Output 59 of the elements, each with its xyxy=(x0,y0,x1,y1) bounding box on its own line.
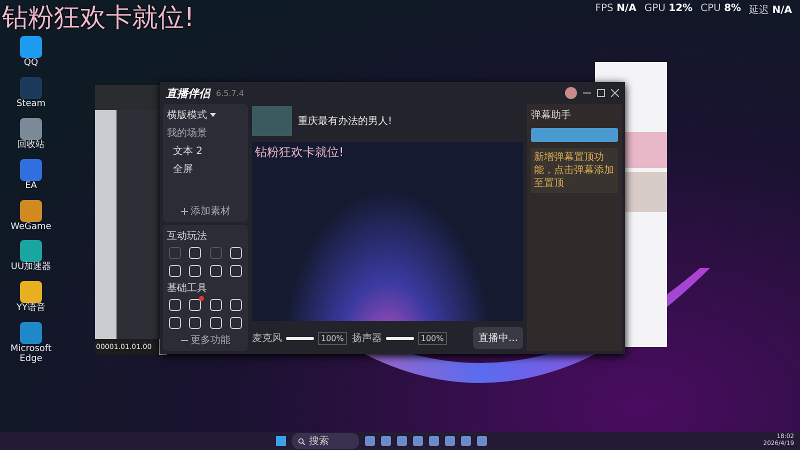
app-icon[interactable] xyxy=(20,322,42,344)
app-icon[interactable] xyxy=(20,118,42,140)
overlay-title: 钻粉狂欢卡就位! xyxy=(2,2,194,35)
search-field[interactable]: 搜索 xyxy=(292,433,360,449)
start-icon[interactable] xyxy=(276,436,286,446)
chat-title: 弹幕助手 xyxy=(531,108,572,122)
volume-slider[interactable] xyxy=(386,336,414,340)
desktop-icon-label[interactable]: YY语音 xyxy=(16,304,46,314)
app-icon[interactable] xyxy=(20,158,42,181)
more-features-button[interactable]: 更多功能 xyxy=(190,333,230,347)
preview-overlay-text: 钻粉狂欢卡就位! xyxy=(255,144,344,161)
desktop-icon-label[interactable]: 回收站 xyxy=(18,140,44,151)
app-icon[interactable] xyxy=(20,281,42,304)
volume-reading: 100% xyxy=(418,332,447,344)
app-version: 6.5.7.4 xyxy=(216,88,244,98)
caret-icon[interactable] xyxy=(210,113,216,117)
avatar-icon[interactable] xyxy=(565,87,577,99)
stream-title[interactable]: 重庆最有办法的男人! xyxy=(298,114,392,128)
section-title: 互动玩法 xyxy=(167,230,208,243)
taskbar-app-icon[interactable] xyxy=(445,436,456,446)
desktop-icon-label[interactable]: Steam xyxy=(16,100,46,110)
app-icon[interactable] xyxy=(20,240,42,262)
source-item[interactable]: 全屏 xyxy=(167,162,244,176)
scenes-label: 我的场景 xyxy=(167,126,208,140)
app-icon[interactable] xyxy=(20,36,42,58)
desktop-icon-label[interactable]: EA xyxy=(25,182,37,192)
source-item[interactable]: 文本 2 xyxy=(167,144,244,158)
search-icon xyxy=(298,438,306,444)
notice-message: 新增弹幕置顶功能，点击弹幕添加至置顶 xyxy=(531,148,618,193)
performance-stat: FPS N/A xyxy=(595,3,636,16)
collapse-icon[interactable] xyxy=(180,338,188,342)
desktop-icon-label[interactable]: UU加速器 xyxy=(10,263,52,274)
app-logo: 直播伴侣 xyxy=(166,86,210,100)
desktop-icon-label[interactable]: QQ xyxy=(24,59,38,69)
taskbar-app-icon[interactable] xyxy=(461,436,472,446)
plus-icon[interactable] xyxy=(180,208,188,214)
taskbar-app-icon[interactable] xyxy=(397,436,408,446)
performance-stat: CPU 8% xyxy=(700,3,742,16)
maximize-icon[interactable] xyxy=(597,89,605,97)
mode-selector[interactable]: 横版模式 xyxy=(167,108,207,122)
performance-stat: 延迟 N/A xyxy=(749,4,792,17)
section-title: 基础工具 xyxy=(167,282,208,295)
live-button[interactable]: 直播中... xyxy=(473,327,523,349)
add-source-button[interactable]: 添加素材 xyxy=(190,204,230,218)
desktop-icon-label[interactable]: WeGame xyxy=(10,222,52,232)
audio-label: 麦克风 xyxy=(252,332,282,345)
taskbar-app-icon[interactable] xyxy=(381,436,392,446)
volume-slider[interactable] xyxy=(286,336,314,340)
taskbar-app-icon[interactable] xyxy=(477,436,488,446)
performance-stat: GPU 12% xyxy=(644,3,693,16)
cover-thumbnail[interactable] xyxy=(252,106,292,136)
audio-label: 扬声器 xyxy=(352,332,382,345)
taskbar-app-icon[interactable] xyxy=(429,436,440,446)
taskbar-app-icon[interactable] xyxy=(413,436,424,446)
app-icon[interactable] xyxy=(20,200,42,222)
volume-reading: 100% xyxy=(318,332,347,344)
close-icon[interactable] xyxy=(611,89,619,97)
desktop-icon-label[interactable]: Microsoft Edge xyxy=(1,345,61,366)
taskbar-app-icon[interactable] xyxy=(365,436,376,446)
